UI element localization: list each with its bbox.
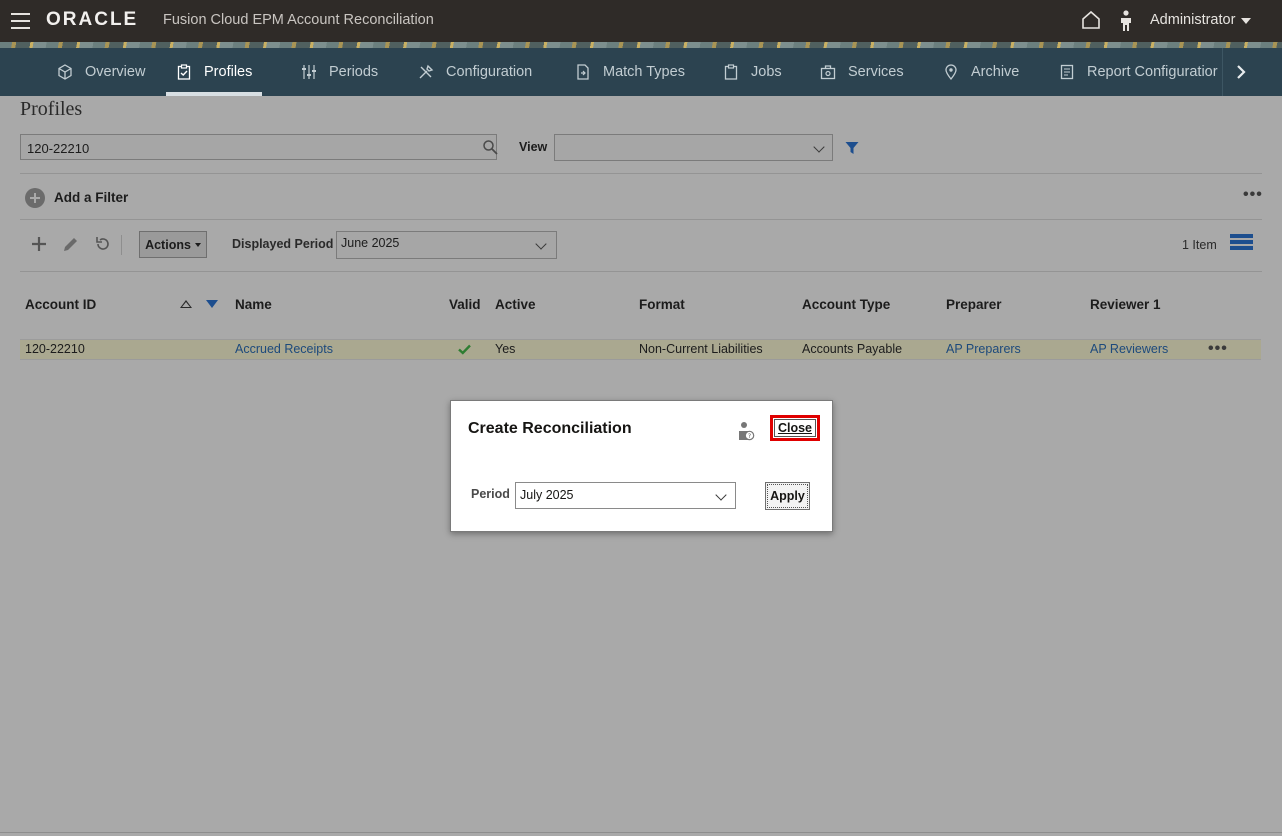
top-header: ORACLE Fusion Cloud EPM Account Reconcil… — [0, 0, 1282, 42]
hamburger-menu-icon[interactable] — [11, 13, 30, 29]
tab-label: Jobs — [751, 64, 782, 80]
tab-profiles[interactable]: Profiles — [166, 48, 263, 96]
dialog-title: Create Reconciliation — [468, 420, 632, 437]
divider — [20, 173, 1262, 174]
column-header-name[interactable]: Name — [235, 297, 272, 312]
tab-match-types[interactable]: Match Types — [575, 48, 685, 96]
filter-icon[interactable] — [845, 141, 859, 155]
tab-label: Profiles — [204, 64, 253, 80]
home-icon[interactable] — [1081, 10, 1101, 30]
column-header-format[interactable]: Format — [639, 297, 685, 312]
cell-name-link[interactable]: Accrued Receipts — [235, 342, 333, 356]
app-title: Fusion Cloud EPM Account Reconciliation — [163, 12, 434, 28]
column-header-valid[interactable]: Valid — [449, 297, 481, 312]
tab-services[interactable]: Services — [820, 48, 904, 96]
divider — [0, 832, 1282, 833]
report-icon — [1060, 64, 1074, 80]
divider — [20, 219, 1262, 220]
page-title: Profiles — [20, 98, 83, 120]
dialog-period-label: Period — [471, 487, 510, 501]
sliders-icon — [302, 65, 316, 79]
list-view-icon[interactable] — [1230, 234, 1253, 253]
tab-label: Services — [848, 64, 904, 80]
tab-label: Report Configuratior — [1087, 64, 1218, 80]
user-help-icon[interactable]: ? — [737, 421, 755, 441]
more-options-icon[interactable]: ••• — [1243, 186, 1263, 204]
search-icon[interactable] — [482, 139, 498, 155]
column-header-account-id[interactable]: Account ID — [25, 297, 96, 312]
actions-menu-button[interactable]: Actions — [139, 231, 207, 258]
location-pin-icon — [945, 64, 957, 80]
item-count: 1 Item — [1182, 238, 1217, 252]
tab-label: Match Types — [603, 64, 685, 80]
oracle-logo: ORACLE — [46, 9, 139, 30]
tab-archive[interactable]: Archive — [943, 48, 1019, 96]
valid-check-icon — [458, 344, 471, 355]
column-header-active[interactable]: Active — [495, 297, 536, 312]
cell-account-type: Accounts Payable — [802, 342, 903, 356]
cell-account-id: 120-22210 — [25, 342, 85, 356]
tab-periods[interactable]: Periods — [301, 48, 378, 96]
nav-bar: Overview Profiles Periods Configuration … — [0, 48, 1282, 96]
actions-label: Actions — [145, 237, 191, 252]
cell-active: Yes — [495, 342, 516, 356]
toolbar-divider — [121, 235, 122, 255]
refresh-icon[interactable] — [95, 236, 111, 252]
column-header-account-type[interactable]: Account Type — [802, 297, 890, 312]
create-reconciliation-dialog: Create Reconciliation ? Close Period Jul… — [450, 400, 833, 532]
close-label: Close — [777, 421, 813, 435]
close-button[interactable]: Close — [770, 415, 820, 441]
chevron-down-icon[interactable] — [1241, 18, 1251, 24]
tab-label: Overview — [85, 64, 146, 80]
chevron-right-icon — [1237, 65, 1246, 79]
dialog-period-select[interactable]: July 2025 — [515, 482, 736, 509]
cell-reviewer-link[interactable]: AP Reviewers — [1090, 342, 1168, 356]
tab-report-configuration[interactable]: Report Configuratior — [1059, 48, 1219, 96]
add-icon[interactable] — [31, 236, 47, 252]
sort-descending-icon[interactable] — [206, 300, 218, 308]
cell-format: Non-Current Liabilities — [639, 342, 763, 356]
user-menu[interactable]: Administrator — [1150, 12, 1235, 28]
add-filter-link[interactable]: Add a Filter — [54, 190, 128, 205]
view-select[interactable] — [554, 134, 833, 161]
search-input[interactable]: 120-22210 — [20, 134, 497, 160]
match-doc-icon — [577, 64, 589, 80]
svg-text:?: ? — [748, 433, 751, 440]
displayed-period-label: Displayed Period — [232, 237, 334, 251]
apply-label: Apply — [770, 489, 805, 503]
sort-ascending-icon[interactable] — [180, 300, 192, 308]
add-circle-icon[interactable] — [25, 188, 45, 208]
column-header-reviewer[interactable]: Reviewer 1 — [1090, 297, 1161, 312]
tools-icon — [419, 64, 434, 79]
tab-configuration[interactable]: Configuration — [418, 48, 532, 96]
edit-pencil-icon[interactable] — [62, 236, 79, 253]
nav-scroll-right-button[interactable] — [1222, 48, 1259, 96]
cell-preparer-link[interactable]: AP Preparers — [946, 342, 1021, 356]
cube-icon — [58, 64, 72, 80]
tab-label: Periods — [329, 64, 379, 80]
tab-jobs[interactable]: Jobs — [723, 48, 782, 96]
clipboard-icon — [724, 64, 738, 80]
row-actions-icon[interactable]: ••• — [1208, 340, 1228, 358]
clipboard-check-icon — [177, 64, 191, 80]
caret-down-icon — [194, 242, 201, 247]
tab-label: Configuration — [446, 64, 533, 80]
accessibility-icon[interactable] — [1118, 10, 1134, 32]
tab-overview[interactable]: Overview — [57, 48, 145, 96]
divider — [20, 271, 1262, 272]
view-label: View — [519, 140, 548, 154]
apply-button[interactable]: Apply — [765, 482, 810, 510]
displayed-period-select[interactable]: June 2025 — [336, 231, 557, 259]
tab-label: Archive — [971, 64, 1020, 80]
column-header-preparer[interactable]: Preparer — [946, 297, 1002, 312]
toolbox-icon — [820, 65, 836, 80]
